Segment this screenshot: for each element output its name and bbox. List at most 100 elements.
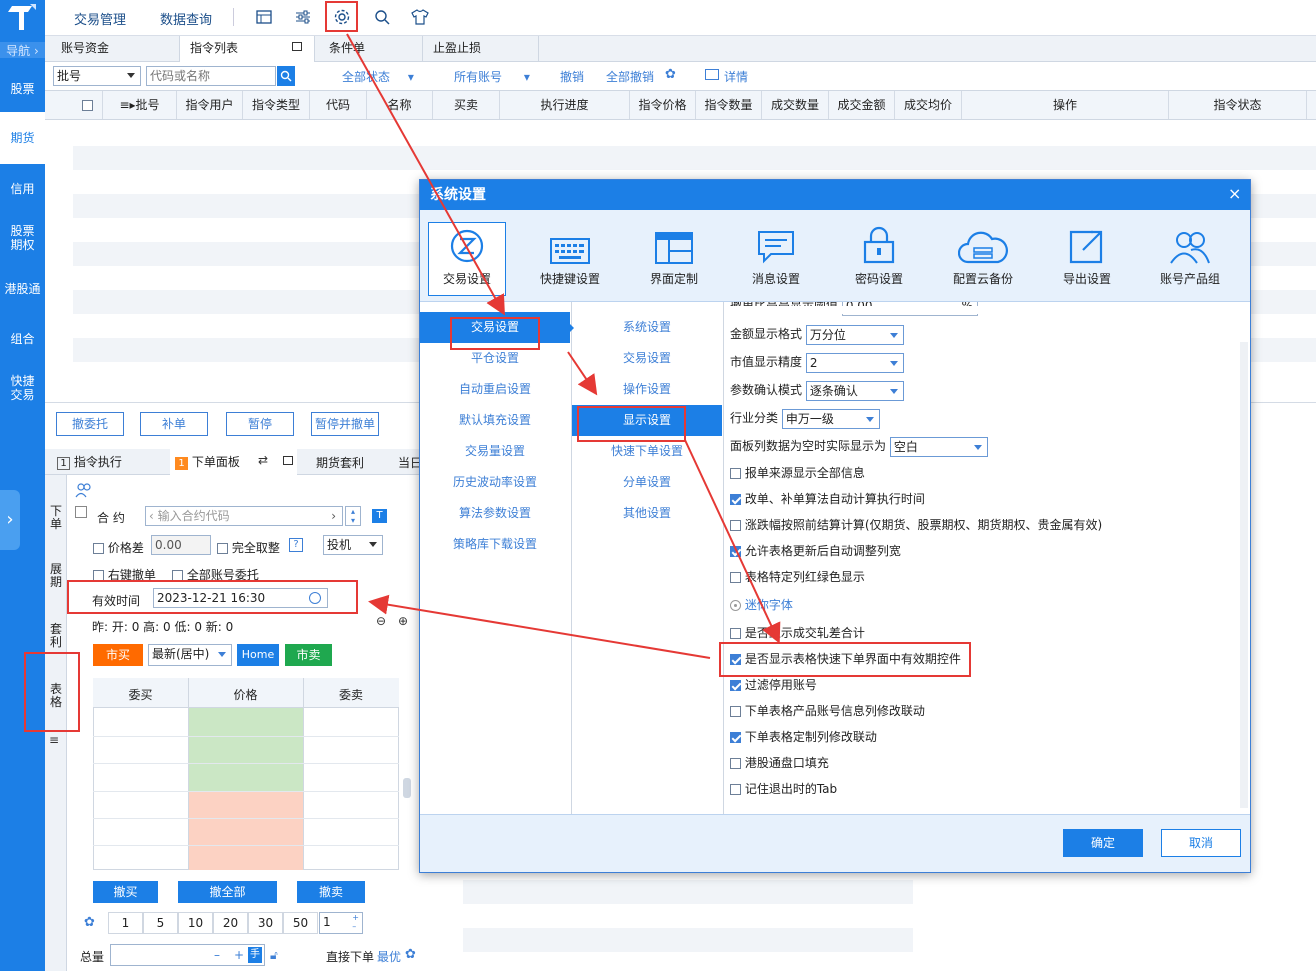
ask-price-cells[interactable] — [188, 708, 303, 791]
t-badge[interactable]: T — [372, 509, 387, 523]
industry-select[interactable]: 申万一级 — [781, 408, 880, 429]
menu-trade-management[interactable]: 交易管理 — [74, 9, 126, 28]
total-input[interactable]: – + — [110, 944, 265, 966]
full-take-checkbox[interactable]: 完全取整 — [217, 539, 280, 556]
hedge-type-select[interactable]: 投机 — [323, 535, 383, 555]
qty-preset[interactable]: 20 — [213, 912, 248, 934]
vtab-rollover[interactable]: 展期 — [49, 563, 63, 589]
vtab-arbitrage[interactable]: 套利 — [49, 623, 63, 649]
qty-preset[interactable]: 50 — [283, 912, 318, 934]
col-header[interactable]: 执行进度 — [500, 91, 630, 119]
category-password[interactable]: 密码设置 — [829, 214, 929, 298]
sidebar-item-stock[interactable]: 股票 — [0, 82, 45, 96]
col-header[interactable]: 成交均价 — [895, 91, 962, 119]
mini-font-radio[interactable]: 迷你字体 — [730, 594, 793, 616]
check-row[interactable]: 报单来源显示全部信息 — [730, 462, 865, 484]
tab-order-panel-label[interactable]: 1 下单面板 — [175, 453, 240, 470]
nav-label[interactable]: 导航 › — [0, 42, 45, 58]
empty-display-select[interactable]: 空白 — [889, 436, 988, 457]
col-header[interactable]: 指令用户 — [177, 91, 243, 119]
bid-price-cells[interactable] — [188, 791, 303, 870]
cancel-sell-button[interactable]: 撤卖 — [297, 881, 365, 903]
check-row[interactable]: 港股通盘口填充 — [730, 752, 829, 774]
tab-futures-arbitrage[interactable]: 期货套利 — [316, 454, 364, 471]
search-icon[interactable] — [277, 66, 295, 86]
price-diff-checkbox[interactable]: 价格差 — [93, 539, 144, 556]
cancel-all-button[interactable]: 撤全部 — [178, 881, 277, 903]
menu-data-query[interactable]: 数据查询 — [160, 9, 212, 28]
ok-button[interactable]: 确定 — [1063, 829, 1143, 857]
gear-icon[interactable] — [325, 1, 358, 32]
sidebar-item-credit[interactable]: 信用 — [0, 182, 45, 196]
nav2-item[interactable]: 分单设置 — [572, 467, 722, 498]
sliders-icon[interactable] — [291, 6, 315, 28]
popout-icon[interactable] — [292, 42, 302, 51]
close-icon[interactable]: × — [1228, 184, 1241, 203]
help-icon[interactable]: ? — [289, 538, 303, 552]
nav2-item[interactable]: 交易设置 — [572, 343, 722, 374]
scrollbar[interactable] — [403, 778, 411, 798]
batch-select[interactable]: 批号 — [53, 66, 141, 86]
col-header[interactable]: 指令类型 — [243, 91, 310, 119]
category-cloud-backup[interactable]: 配置云备份 — [933, 214, 1033, 298]
detail-link[interactable]: 详情 — [724, 68, 748, 85]
check-row[interactable]: 涨跌幅按照前结算计算(仅期货、股票期权、期货期权、贵金属有效) — [730, 514, 1102, 536]
select-all-checkbox[interactable] — [73, 91, 103, 119]
market-sell-button[interactable]: 市卖 — [285, 644, 332, 666]
nav2-item[interactable]: 系统设置 — [572, 312, 722, 343]
vtab-order[interactable]: 下单 — [49, 505, 63, 531]
category-account-groups[interactable]: 账号产品组 — [1140, 214, 1240, 298]
users-icon[interactable] — [75, 482, 93, 501]
sidebar-item-quick-trade[interactable]: 快捷交易 — [0, 374, 45, 402]
scrollbar[interactable] — [1240, 342, 1248, 808]
nav2-item[interactable]: 操作设置 — [572, 374, 722, 405]
popout-icon[interactable] — [283, 456, 293, 465]
col-header[interactable]: 代码 — [310, 91, 367, 119]
qty-preset[interactable]: 30 — [248, 912, 283, 934]
home-button[interactable]: Home — [237, 644, 279, 666]
zoom-out-icon[interactable]: ⊖ — [376, 614, 386, 628]
pause-button[interactable]: 暂停 — [226, 412, 294, 436]
check-row[interactable]: 改单、补单算法自动计算执行时间 — [730, 488, 925, 510]
resupply-button[interactable]: 补单 — [140, 412, 208, 436]
search-icon[interactable] — [370, 6, 394, 28]
account-filter[interactable]: 所有账号 ▾ — [454, 68, 530, 85]
qty-stepper[interactable]: 1 + – — [319, 912, 363, 934]
market-buy-button[interactable]: 市买 — [93, 644, 143, 666]
gear-icon[interactable]: ✿ — [405, 947, 416, 962]
gear-icon[interactable]: ✿ — [84, 915, 95, 930]
col-header[interactable]: 指令价格 — [630, 91, 696, 119]
col-header[interactable]: 指令数量 — [696, 91, 762, 119]
valid-time-input[interactable]: 2023-12-21 16:30 — [153, 588, 328, 608]
category-trade-settings[interactable]: 交易设置 — [417, 214, 517, 298]
contract-stepper[interactable]: ▴ ▾ — [345, 506, 361, 526]
check-row[interactable]: 下单表格定制列修改联动 — [730, 726, 877, 748]
category-hotkeys[interactable]: 快捷键设置 — [520, 214, 620, 298]
nav1-item[interactable]: 算法参数设置 — [420, 498, 570, 529]
tab-account-funds[interactable]: 账号资金 — [45, 36, 180, 62]
nav2-item[interactable]: 其他设置 — [572, 498, 722, 529]
code-search-input[interactable] — [146, 66, 276, 86]
confirm-mode-select[interactable]: 逐条确认 — [805, 380, 904, 401]
nav1-item[interactable]: 默认填充设置 — [420, 405, 570, 436]
status-filter[interactable]: 全部状态 ▾ — [342, 68, 414, 85]
category-messages[interactable]: 消息设置 — [726, 214, 826, 298]
check-row[interactable]: 是否显示成交轧差合计 — [730, 622, 865, 644]
category-ui-custom[interactable]: 界面定制 — [624, 214, 724, 298]
category-export[interactable]: 导出设置 — [1037, 214, 1137, 298]
nav1-item[interactable]: 交易量设置 — [420, 436, 570, 467]
sidebar-item-hk-connect[interactable]: 港股通 — [0, 282, 45, 296]
best-price-link[interactable]: 最优 — [377, 948, 401, 965]
cancel-order-button[interactable]: 撤委托 — [56, 412, 124, 436]
hand-unit-badge[interactable]: 手 — [248, 947, 262, 963]
lock-icon[interactable]: 🔓︎ — [270, 948, 278, 963]
layout-icon[interactable] — [252, 6, 276, 28]
sidebar-expand-toggle[interactable]: › — [0, 490, 20, 550]
col-header[interactable]: 名称 — [367, 91, 433, 119]
qty-preset[interactable]: 10 — [178, 912, 213, 934]
contract-input[interactable]: ‹ 输入合约代码 › — [145, 506, 343, 526]
col-header[interactable]: 操作 — [962, 91, 1169, 119]
tab-order-execution[interactable]: 1 指令执行 — [57, 453, 122, 470]
menu-icon[interactable]: ≡ — [49, 733, 59, 747]
cancel-link[interactable]: 撤销 — [560, 68, 584, 85]
